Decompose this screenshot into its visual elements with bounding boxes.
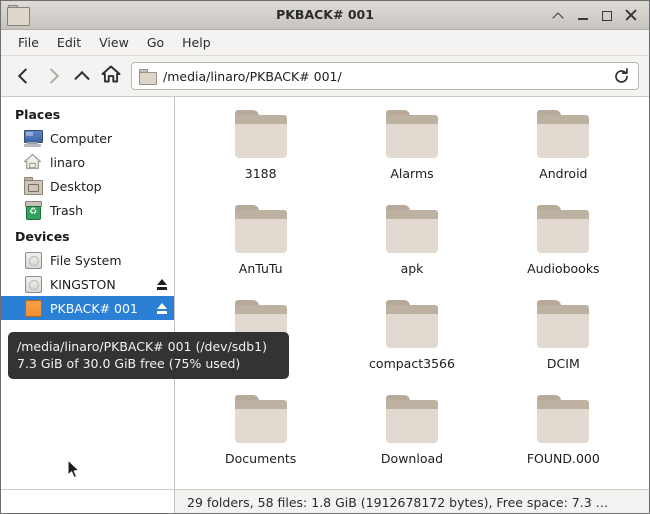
folder-icon	[384, 395, 440, 445]
home-icon	[23, 153, 43, 171]
folder-icon	[233, 300, 289, 350]
back-icon[interactable]	[9, 62, 38, 91]
status-bar-text: 29 folders, 58 files: 1.8 GiB (191267817…	[187, 495, 609, 510]
file-grid[interactable]: 3188 Alarms Android AnTuTu apk Audiobook…	[175, 97, 649, 489]
window-folder-icon	[7, 5, 30, 26]
list-item[interactable]: com3566	[185, 297, 336, 392]
path-text: /media/linaro/PKBACK# 001/	[163, 68, 342, 84]
item-label: Audiobooks	[527, 261, 600, 276]
menu-help[interactable]: Help	[173, 33, 220, 52]
list-item[interactable]: Documents	[185, 392, 336, 487]
reload-icon[interactable]	[613, 67, 630, 85]
folder-icon	[233, 395, 289, 445]
item-label: com3566	[231, 356, 290, 371]
folder-icon	[384, 205, 440, 255]
folder-icon	[384, 110, 440, 160]
sidebar-item-linaro[interactable]: linaro	[1, 150, 174, 174]
path-input[interactable]: /media/linaro/PKBACK# 001/	[131, 62, 639, 90]
menu-go[interactable]: Go	[138, 33, 173, 52]
item-label: compact3566	[369, 356, 455, 371]
sidebar-header-places: Places	[15, 107, 61, 122]
sidebar-item-trash[interactable]: ♻ Trash	[1, 198, 174, 222]
folder-icon	[535, 205, 591, 255]
maximize-button[interactable]	[601, 9, 614, 22]
item-label: Documents	[225, 451, 297, 466]
folder-icon	[535, 395, 591, 445]
desktop-folder-icon	[23, 177, 43, 195]
sidebar-item-label: Computer	[50, 130, 113, 146]
item-label: AnTuTu	[238, 261, 283, 276]
sidebar-item-label: File System	[50, 252, 122, 268]
drive-icon	[23, 251, 43, 269]
toolbar: /media/linaro/PKBACK# 001/	[1, 56, 649, 97]
drive-icon	[23, 275, 43, 293]
sidebar-item-pkback-001[interactable]: PKBACK# 001	[1, 296, 174, 320]
menu-edit[interactable]: Edit	[48, 33, 90, 52]
folder-icon	[233, 110, 289, 160]
home-icon[interactable]	[96, 62, 125, 91]
sidebar: Places Computer linaro Desktop ♻ Trash D…	[1, 97, 175, 489]
sidebar-item-kingston[interactable]: KINGSTON	[1, 272, 174, 296]
folder-icon	[233, 205, 289, 255]
list-item[interactable]: Audiobooks	[488, 202, 639, 297]
item-label: 3188	[244, 166, 277, 181]
main-area: Places Computer linaro Desktop ♻ Trash D…	[1, 97, 649, 489]
window-title: PKBACK# 001	[276, 7, 374, 22]
list-item[interactable]: AnTuTu	[185, 202, 336, 297]
folder-icon	[535, 110, 591, 160]
folder-icon	[384, 300, 440, 350]
sidebar-item-label: PKBACK# 001	[50, 300, 138, 316]
sidebar-item-computer[interactable]: Computer	[1, 126, 174, 150]
shade-button[interactable]	[553, 9, 566, 22]
menu-bar: File Edit View Go Help	[1, 30, 649, 56]
forward-icon[interactable]	[38, 62, 67, 91]
menu-view[interactable]: View	[90, 33, 138, 52]
list-item[interactable]: Android	[488, 107, 639, 202]
list-item[interactable]: apk	[336, 202, 487, 297]
trash-icon: ♻	[23, 201, 43, 220]
item-label: apk	[400, 261, 424, 276]
status-bar: 29 folders, 58 files: 1.8 GiB (191267817…	[1, 489, 649, 513]
list-item[interactable]: FOUND.000	[488, 392, 639, 487]
eject-icon[interactable]	[155, 278, 168, 291]
sidebar-item-label: KINGSTON	[50, 276, 116, 292]
sidebar-item-file-system[interactable]: File System	[1, 248, 174, 272]
path-folder-icon	[139, 69, 157, 85]
list-item[interactable]: 3188	[185, 107, 336, 202]
up-icon[interactable]	[67, 62, 96, 91]
item-label: DCIM	[546, 356, 580, 371]
list-item[interactable]: Alarms	[336, 107, 487, 202]
list-item[interactable]: Download	[336, 392, 487, 487]
list-item[interactable]: compact3566	[336, 297, 487, 392]
item-label: FOUND.000	[526, 451, 600, 466]
sidebar-item-label: Trash	[50, 202, 84, 218]
minimize-button[interactable]	[577, 9, 590, 22]
sidebar-item-label: linaro	[50, 154, 86, 170]
eject-icon[interactable]	[155, 302, 168, 315]
menu-file[interactable]: File	[9, 33, 48, 52]
file-manager-window: PKBACK# 001 File Edit View Go Help /medi…	[0, 0, 650, 514]
drive-icon-orange	[23, 299, 43, 317]
sidebar-item-desktop[interactable]: Desktop	[1, 174, 174, 198]
item-label: Alarms	[390, 166, 434, 181]
sidebar-item-label: Desktop	[50, 178, 102, 194]
folder-icon	[535, 300, 591, 350]
window-controls	[553, 9, 649, 22]
close-button[interactable]	[625, 9, 638, 22]
title-bar[interactable]: PKBACK# 001	[1, 1, 649, 30]
list-item[interactable]: DCIM	[488, 297, 639, 392]
item-label: Android	[539, 166, 588, 181]
item-label: Download	[380, 451, 444, 466]
sidebar-header-devices: Devices	[15, 229, 70, 244]
status-bar-left	[1, 490, 175, 513]
computer-icon	[23, 129, 43, 147]
